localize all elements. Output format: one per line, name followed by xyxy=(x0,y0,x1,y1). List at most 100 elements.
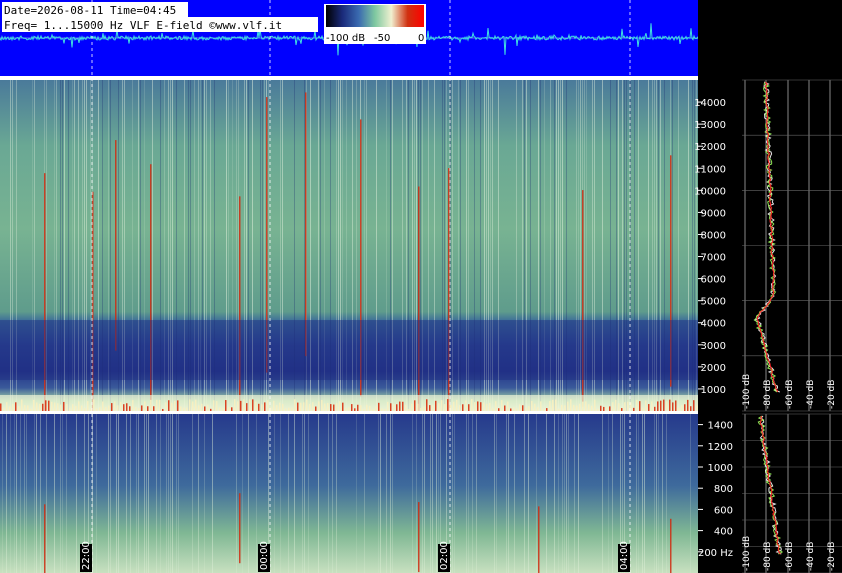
streak xyxy=(118,414,119,573)
lf-spike xyxy=(582,401,584,411)
lf-spike xyxy=(558,408,560,411)
streak xyxy=(168,414,169,573)
streak xyxy=(16,414,17,573)
streak xyxy=(36,414,37,573)
lf-spike xyxy=(546,408,548,411)
lf-spike xyxy=(486,403,488,411)
streak xyxy=(364,414,365,573)
lf-spike xyxy=(645,400,647,411)
lf-spike xyxy=(234,399,236,411)
lf-spike xyxy=(228,406,230,411)
streak xyxy=(302,414,303,573)
streak xyxy=(578,414,579,573)
lf-spike xyxy=(513,407,515,411)
streak xyxy=(468,414,469,573)
streak xyxy=(390,414,391,573)
lf-spike xyxy=(528,406,530,411)
lf-spike xyxy=(393,403,395,411)
lf-spike xyxy=(651,401,653,411)
lf-spike xyxy=(357,404,359,411)
lf-spike xyxy=(192,401,194,411)
freq-tick-label: 600 xyxy=(714,505,733,516)
lf-spike xyxy=(387,401,389,411)
lf-spike xyxy=(210,408,212,411)
lf-spike xyxy=(123,404,125,411)
lf-spike xyxy=(141,405,143,411)
red-streak xyxy=(418,502,420,573)
spectrum-db-label: -40 dB xyxy=(806,380,816,409)
lf-spike xyxy=(696,405,698,411)
lf-spike xyxy=(516,408,518,411)
lf-spike xyxy=(288,407,290,411)
lf-spike xyxy=(306,399,308,411)
lf-spike xyxy=(15,402,17,411)
streak xyxy=(430,414,431,573)
spectrogram-low-panel xyxy=(0,414,698,573)
lf-spike xyxy=(510,408,512,411)
lf-spike xyxy=(666,401,668,411)
streak xyxy=(656,414,657,573)
freq-tick-label: 2000 xyxy=(701,363,726,374)
lf-spike xyxy=(24,405,26,411)
freq-tick-label: 13000 xyxy=(694,120,726,131)
streak xyxy=(602,414,603,573)
red-streak xyxy=(305,92,307,357)
lf-spike xyxy=(273,400,275,411)
streak xyxy=(514,414,515,573)
lf-spike xyxy=(69,408,71,411)
freq-tick-label: 1000 xyxy=(708,463,733,474)
lf-spike xyxy=(159,399,161,411)
lf-spike xyxy=(618,403,620,411)
streak xyxy=(452,414,453,573)
lf-spike xyxy=(66,404,68,411)
streak xyxy=(156,414,157,573)
lf-spike xyxy=(42,403,44,411)
freq-tick-label: 11000 xyxy=(694,164,726,175)
lf-spike xyxy=(585,401,587,411)
lf-spike xyxy=(447,399,449,411)
lf-spike xyxy=(354,408,356,411)
streak xyxy=(172,414,173,573)
spectrum-db-label: -80 dB xyxy=(763,380,773,409)
lf-spike xyxy=(120,401,122,411)
lf-spike xyxy=(312,402,314,411)
lf-spike xyxy=(54,402,56,411)
lf-spike xyxy=(564,405,566,411)
lf-spike xyxy=(657,401,659,411)
lf-spike xyxy=(390,403,392,411)
lf-spike xyxy=(279,402,281,411)
lf-spike xyxy=(435,400,437,411)
lf-spike xyxy=(396,404,398,411)
lf-spike xyxy=(444,404,446,411)
lf-spike xyxy=(36,402,38,411)
streak xyxy=(60,414,61,573)
streak xyxy=(2,414,3,573)
streak xyxy=(248,414,249,573)
time-tick-label: 04:00 xyxy=(619,541,630,570)
lf-spike xyxy=(330,404,332,411)
lf-spike xyxy=(33,399,35,411)
streak xyxy=(26,414,27,573)
lf-spike xyxy=(384,408,386,411)
streak xyxy=(506,414,507,573)
lf-spike xyxy=(147,406,149,411)
lf-spike xyxy=(249,399,251,411)
lf-spike xyxy=(285,408,287,411)
lf-spike xyxy=(231,407,233,411)
lf-spike xyxy=(117,405,119,411)
freq-tick-label: 7000 xyxy=(701,253,726,264)
lf-spike xyxy=(84,408,86,411)
colorbar-label-min: -100 dB xyxy=(326,33,365,44)
streak xyxy=(658,414,659,573)
streak xyxy=(568,414,569,573)
streak xyxy=(574,414,575,573)
lf-spike xyxy=(624,402,626,411)
lf-spike xyxy=(336,403,338,411)
lf-spike xyxy=(174,400,176,411)
streak xyxy=(138,414,139,573)
streak xyxy=(178,414,179,573)
lf-spike xyxy=(462,404,464,411)
lf-spike xyxy=(333,404,335,411)
red-streak xyxy=(44,504,46,573)
streak xyxy=(144,414,145,573)
